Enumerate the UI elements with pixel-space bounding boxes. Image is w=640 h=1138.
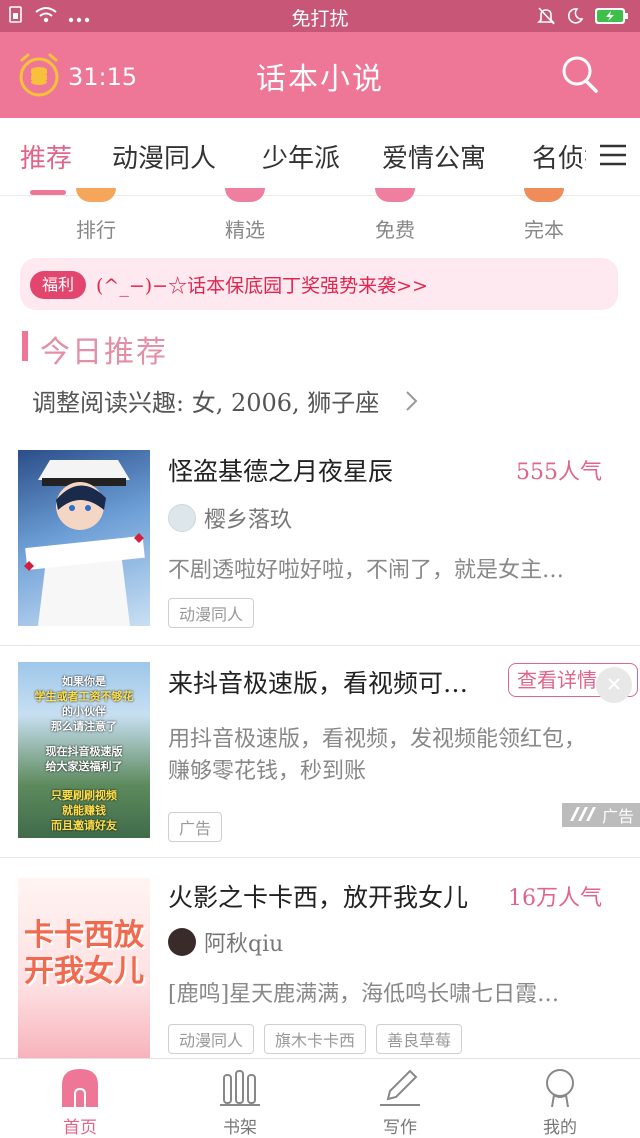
book-card[interactable]: 怪盗基德之月夜星辰 555人气 樱乡落玖 不剧透啦好啦好啦，不闹了，就是女主… … — [0, 432, 640, 644]
tabs-menu-button[interactable] — [586, 118, 640, 195]
ad-image: 如果你是 学生或者工资不够花 的小伙伴 那么请注意了 现在抖音极速版 给大家送福… — [18, 662, 150, 838]
reading-interest-link[interactable]: 调整阅读兴趣: 女, 2006, 狮子座 — [32, 383, 379, 418]
close-ad-button[interactable] — [596, 667, 632, 703]
search-button[interactable] — [560, 54, 600, 98]
ad-label-text: 广告 — [601, 807, 634, 826]
tab-ipartment[interactable]: 爱情公寓 — [382, 138, 486, 175]
home-icon — [20, 1067, 140, 1107]
book-description: 不剧透啦好啦好啦，不闹了，就是女主… — [168, 558, 565, 583]
book-popularity: 16万人气 — [508, 886, 602, 911]
author-name: 阿秋qiu — [204, 932, 284, 957]
ad-image-line: 如果你是 — [62, 675, 106, 688]
ad-card[interactable]: 如果你是 学生或者工资不够花 的小伙伴 那么请注意了 现在抖音极速版 给大家送福… — [0, 646, 640, 856]
ad-image-line: 只要刷刷视频 — [51, 789, 117, 802]
ad-description-line: 赚够零花钱，秒到账 — [168, 759, 367, 784]
active-tab-indicator — [30, 190, 66, 195]
tab-youth[interactable]: 少年派 — [262, 138, 340, 175]
nav-label: 我的 — [543, 1118, 577, 1138]
avatar — [168, 504, 196, 532]
hamburger-icon — [598, 143, 628, 171]
author-name: 樱乡落玖 — [204, 508, 293, 533]
ad-title: 来抖音极速版，看视频可… — [168, 669, 469, 698]
nav-label: 写作 — [383, 1118, 417, 1138]
search-icon — [560, 56, 600, 98]
promo-notice-text: (^_−)−☆话本保底园丁奖强势来袭>> — [96, 275, 428, 297]
completed-icon — [524, 188, 564, 202]
book-card[interactable]: 卡卡西放开我女儿 火影之卡卡西，放开我女儿 16万人气 阿秋qiu [鹿鸣]星天… — [0, 858, 640, 1058]
ad-image-line: 现在抖音极速版 — [45, 745, 123, 758]
nav-profile[interactable]: 我的 — [500, 1067, 620, 1138]
mute-bell-icon — [536, 6, 556, 30]
book-tag[interactable]: 动漫同人 — [168, 1024, 255, 1054]
ad-label: 广告 — [562, 803, 640, 827]
quick-categories: 排行 精选 免费 完本 — [0, 188, 640, 246]
book-popularity: 555人气 — [516, 460, 602, 485]
book-description: [鹿鸣]星天鹿满满，海低鸣长啸七日霞… — [168, 982, 560, 1007]
user-icon — [500, 1067, 620, 1107]
book-author[interactable]: 樱乡落玖 — [168, 502, 292, 534]
ranking-icon — [76, 188, 116, 202]
ad-description: 用抖音极速版，看视频，发视频能领红包， 赚够零花钱，秒到账 — [168, 724, 608, 788]
pencil-icon — [340, 1067, 460, 1107]
ad-image-line: 的小伙伴 — [62, 705, 106, 718]
promo-notice-banner[interactable]: 福利 (^_−)−☆话本保底园丁奖强势来袭>> — [20, 258, 618, 310]
book-tag[interactable]: 动漫同人 — [168, 598, 255, 628]
ad-description-line: 用抖音极速版，看视频，发视频能领红包， — [168, 727, 587, 752]
ad-image-line: 就能赚钱 — [62, 804, 106, 817]
book-title: 火影之卡卡西，放开我女儿 — [168, 883, 469, 912]
avatar — [168, 928, 196, 956]
ad-image-line: 学生或者工资不够花 — [34, 690, 134, 703]
nav-home[interactable]: 首页 — [20, 1067, 140, 1138]
ad-network-icon — [569, 806, 596, 825]
book-tags: 动漫同人 旗木卡卡西 善良草莓 — [168, 1024, 463, 1054]
book-title: 怪盗基德之月夜星辰 — [168, 457, 394, 486]
book-cover-title: 卡卡西放开我女儿 — [24, 918, 144, 989]
book-tag[interactable]: 旗木卡卡西 — [264, 1024, 367, 1054]
ad-tags: 广告 — [168, 812, 223, 842]
ad-tag: 广告 — [168, 812, 223, 842]
nav-label: 书架 — [223, 1118, 257, 1138]
featured-icon — [225, 188, 265, 202]
book-tags: 动漫同人 — [168, 598, 255, 628]
book-cover — [18, 450, 150, 626]
app-title: 话本小说 — [256, 62, 384, 97]
section-title: 今日推荐 — [40, 335, 168, 370]
ad-image-line: 而且邀请好友 — [51, 819, 117, 832]
book-cover: 卡卡西放开我女儿 — [18, 878, 150, 1058]
category-label: 免费 — [375, 218, 415, 242]
close-icon — [607, 676, 621, 695]
ad-image-line: 给大家送福利了 — [45, 760, 123, 773]
free-icon — [375, 188, 415, 202]
ad-image-line: 那么请注意了 — [51, 720, 117, 733]
tab-anime[interactable]: 动漫同人 — [112, 138, 216, 175]
category-label: 精选 — [225, 218, 265, 242]
category-label: 完本 — [524, 218, 564, 242]
category-tabs: 推荐 动漫同人 少年派 爱情公寓 名侦探 — [0, 118, 640, 196]
nav-bookshelf[interactable]: 书架 — [180, 1067, 300, 1138]
chevron-right-icon — [405, 390, 419, 416]
nav-label: 首页 — [63, 1118, 97, 1138]
moon-icon — [566, 7, 584, 29]
nav-write[interactable]: 写作 — [340, 1067, 460, 1138]
tab-recommend[interactable]: 推荐 — [20, 138, 72, 175]
battery-icon — [594, 6, 630, 30]
app-header: 31:15 话本小说 — [0, 32, 640, 118]
category-label: 排行 — [76, 218, 116, 242]
bookshelf-icon — [180, 1067, 300, 1107]
status-bar: 免打扰 — [0, 0, 640, 32]
book-author[interactable]: 阿秋qiu — [168, 926, 283, 958]
welfare-tag: 福利 — [30, 271, 86, 299]
section-accent-bar — [22, 331, 28, 361]
bottom-navigation: 首页 书架 写作 我的 — [0, 1058, 640, 1138]
book-tag[interactable]: 善良草莓 — [376, 1024, 463, 1054]
